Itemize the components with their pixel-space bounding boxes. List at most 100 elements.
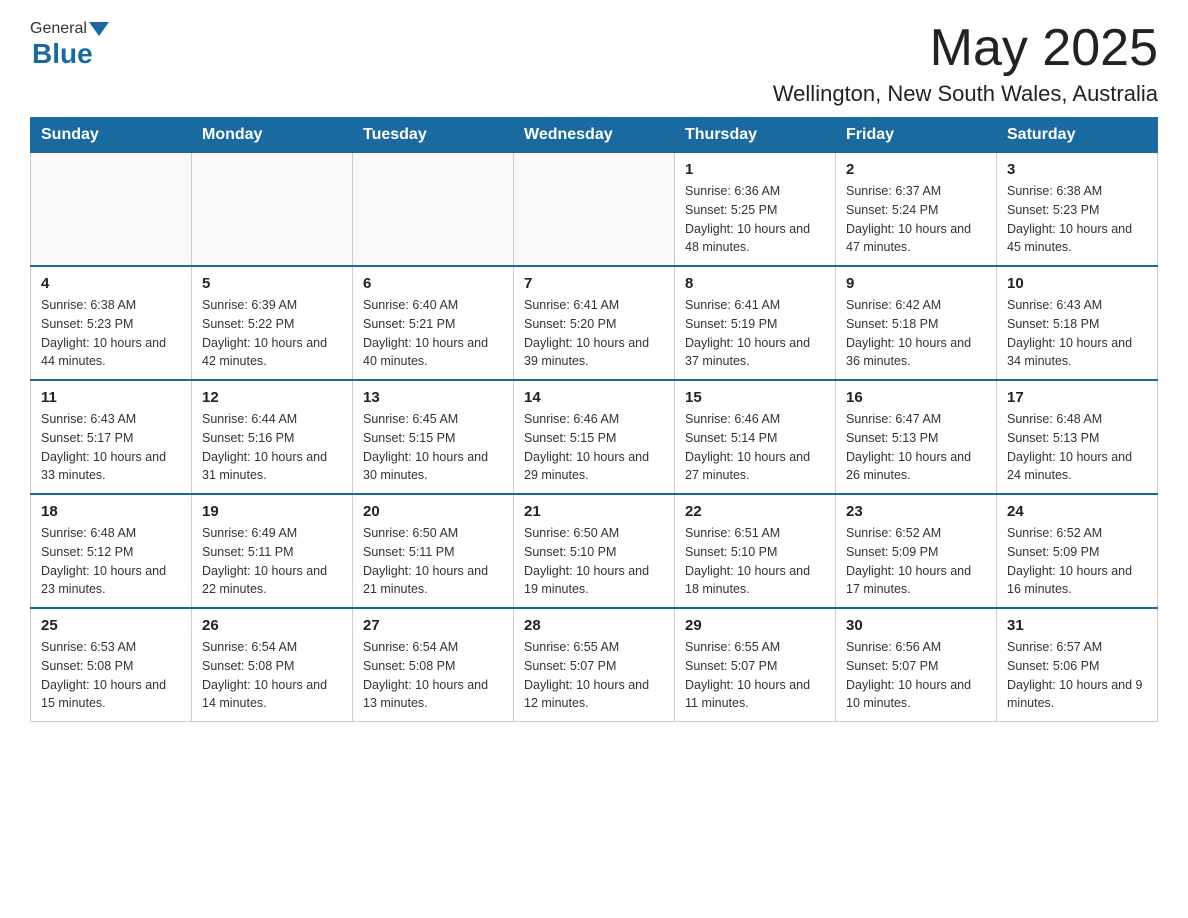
- calendar-header-saturday: Saturday: [997, 118, 1158, 153]
- logo-blue-text: Blue: [32, 38, 93, 69]
- calendar-table: SundayMondayTuesdayWednesdayThursdayFrid…: [30, 117, 1158, 722]
- day-number: 30: [846, 617, 986, 634]
- day-info: Sunrise: 6:45 AMSunset: 5:15 PMDaylight:…: [363, 410, 503, 485]
- calendar-cell: 8 Sunrise: 6:41 AMSunset: 5:19 PMDaylight…: [675, 266, 836, 380]
- calendar-cell: 22Sunrise: 6:51 AMSunset: 5:10 PMDayligh…: [675, 494, 836, 608]
- day-number: 1: [685, 161, 825, 178]
- day-number: 23: [846, 503, 986, 520]
- day-info: Sunrise: 6:42 AMSunset: 5:18 PMDaylight:…: [846, 296, 986, 371]
- calendar-cell: 23 Sunrise: 6:52 AMSunset: 5:09 PMDayligh…: [836, 494, 997, 608]
- day-number: 4: [41, 275, 181, 292]
- day-number: 13: [363, 389, 503, 406]
- calendar-cell: 5 Sunrise: 6:39 AMSunset: 5:22 PMDaylight…: [192, 266, 353, 380]
- day-number: 11: [41, 389, 181, 406]
- calendar-cell: [353, 153, 514, 267]
- day-info: Sunrise: 6:53 AMSunset: 5:08 PMDaylight:…: [41, 638, 181, 713]
- day-number: 14: [524, 389, 664, 406]
- day-info: Sunrise: 6:43 AMSunset: 5:18 PMDaylight:…: [1007, 296, 1147, 371]
- calendar-cell: 1 Sunrise: 6:36 AMSunset: 5:25 PMDaylight…: [675, 153, 836, 267]
- day-number: 6: [363, 275, 503, 292]
- day-number: 25: [41, 617, 181, 634]
- day-info: Sunrise: 6:50 AMSunset: 5:10 PMDaylight:…: [524, 524, 664, 599]
- page-header: General Blue May 2025 Wellington, New So…: [30, 20, 1158, 107]
- day-info: Sunrise: 6:38 AMSunset: 5:23 PMDaylight:…: [41, 296, 181, 371]
- calendar-cell: 6Sunrise: 6:40 AMSunset: 5:21 PMDaylight…: [353, 266, 514, 380]
- day-info: Sunrise: 6:57 AMSunset: 5:06 PMDaylight:…: [1007, 638, 1147, 713]
- calendar-cell: 24 Sunrise: 6:52 AMSunset: 5:09 PMDayligh…: [997, 494, 1158, 608]
- day-info: Sunrise: 6:39 AMSunset: 5:22 PMDaylight:…: [202, 296, 342, 371]
- calendar-cell: 18 Sunrise: 6:48 AMSunset: 5:12 PMDayligh…: [31, 494, 192, 608]
- day-number: 31: [1007, 617, 1147, 634]
- day-info: Sunrise: 6:36 AMSunset: 5:25 PMDaylight:…: [685, 182, 825, 257]
- calendar-cell: 3Sunrise: 6:38 AMSunset: 5:23 PMDaylight…: [997, 153, 1158, 267]
- calendar-cell: 7Sunrise: 6:41 AMSunset: 5:20 PMDaylight…: [514, 266, 675, 380]
- calendar-header-thursday: Thursday: [675, 118, 836, 153]
- day-number: 3: [1007, 161, 1147, 178]
- calendar-week-row: 4 Sunrise: 6:38 AMSunset: 5:23 PMDaylight…: [31, 266, 1158, 380]
- calendar-cell: [31, 153, 192, 267]
- calendar-cell: 12 Sunrise: 6:44 AMSunset: 5:16 PMDayligh…: [192, 380, 353, 494]
- day-number: 9: [846, 275, 986, 292]
- calendar-cell: 11Sunrise: 6:43 AMSunset: 5:17 PMDayligh…: [31, 380, 192, 494]
- title-block: May 2025 Wellington, New South Wales, Au…: [773, 20, 1158, 107]
- day-info: Sunrise: 6:41 AMSunset: 5:19 PMDaylight:…: [685, 296, 825, 371]
- calendar-week-row: 11Sunrise: 6:43 AMSunset: 5:17 PMDayligh…: [31, 380, 1158, 494]
- day-number: 12: [202, 389, 342, 406]
- logo-arrow-icon: [89, 22, 109, 36]
- day-info: Sunrise: 6:48 AMSunset: 5:12 PMDaylight:…: [41, 524, 181, 599]
- day-number: 10: [1007, 275, 1147, 292]
- calendar-cell: 25 Sunrise: 6:53 AMSunset: 5:08 PMDayligh…: [31, 608, 192, 722]
- calendar-cell: 29 Sunrise: 6:55 AMSunset: 5:07 PMDayligh…: [675, 608, 836, 722]
- day-number: 26: [202, 617, 342, 634]
- logo-general-text: General: [30, 20, 87, 38]
- day-info: Sunrise: 6:48 AMSunset: 5:13 PMDaylight:…: [1007, 410, 1147, 485]
- day-info: Sunrise: 6:51 AMSunset: 5:10 PMDaylight:…: [685, 524, 825, 599]
- day-info: Sunrise: 6:46 AMSunset: 5:15 PMDaylight:…: [524, 410, 664, 485]
- calendar-cell: 28Sunrise: 6:55 AMSunset: 5:07 PMDayligh…: [514, 608, 675, 722]
- calendar-cell: 4 Sunrise: 6:38 AMSunset: 5:23 PMDaylight…: [31, 266, 192, 380]
- calendar-cell: 26 Sunrise: 6:54 AMSunset: 5:08 PMDayligh…: [192, 608, 353, 722]
- calendar-cell: 17 Sunrise: 6:48 AMSunset: 5:13 PMDayligh…: [997, 380, 1158, 494]
- day-info: Sunrise: 6:54 AMSunset: 5:08 PMDaylight:…: [202, 638, 342, 713]
- day-info: Sunrise: 6:52 AMSunset: 5:09 PMDaylight:…: [846, 524, 986, 599]
- day-number: 15: [685, 389, 825, 406]
- day-info: Sunrise: 6:54 AMSunset: 5:08 PMDaylight:…: [363, 638, 503, 713]
- day-number: 28: [524, 617, 664, 634]
- logo: General Blue: [30, 20, 111, 70]
- calendar-cell: 19 Sunrise: 6:49 AMSunset: 5:11 PMDayligh…: [192, 494, 353, 608]
- day-number: 20: [363, 503, 503, 520]
- day-info: Sunrise: 6:55 AMSunset: 5:07 PMDaylight:…: [685, 638, 825, 713]
- day-info: Sunrise: 6:52 AMSunset: 5:09 PMDaylight:…: [1007, 524, 1147, 599]
- calendar-cell: 14 Sunrise: 6:46 AMSunset: 5:15 PMDayligh…: [514, 380, 675, 494]
- calendar-cell: 2 Sunrise: 6:37 AMSunset: 5:24 PMDaylight…: [836, 153, 997, 267]
- day-number: 24: [1007, 503, 1147, 520]
- day-info: Sunrise: 6:44 AMSunset: 5:16 PMDaylight:…: [202, 410, 342, 485]
- day-info: Sunrise: 6:50 AMSunset: 5:11 PMDaylight:…: [363, 524, 503, 599]
- day-number: 2: [846, 161, 986, 178]
- day-number: 8: [685, 275, 825, 292]
- calendar-cell: 20 Sunrise: 6:50 AMSunset: 5:11 PMDayligh…: [353, 494, 514, 608]
- day-number: 19: [202, 503, 342, 520]
- main-title: May 2025: [773, 20, 1158, 77]
- calendar-cell: 10 Sunrise: 6:43 AMSunset: 5:18 PMDayligh…: [997, 266, 1158, 380]
- calendar-cell: 27Sunrise: 6:54 AMSunset: 5:08 PMDayligh…: [353, 608, 514, 722]
- calendar-header-wednesday: Wednesday: [514, 118, 675, 153]
- day-info: Sunrise: 6:37 AMSunset: 5:24 PMDaylight:…: [846, 182, 986, 257]
- calendar-cell: 31 Sunrise: 6:57 AMSunset: 5:06 PMDayligh…: [997, 608, 1158, 722]
- calendar-cell: 30Sunrise: 6:56 AMSunset: 5:07 PMDayligh…: [836, 608, 997, 722]
- day-number: 18: [41, 503, 181, 520]
- calendar-header-sunday: Sunday: [31, 118, 192, 153]
- calendar-cell: 21 Sunrise: 6:50 AMSunset: 5:10 PMDayligh…: [514, 494, 675, 608]
- day-number: 29: [685, 617, 825, 634]
- day-number: 5: [202, 275, 342, 292]
- subtitle: Wellington, New South Wales, Australia: [773, 81, 1158, 107]
- calendar-cell: [514, 153, 675, 267]
- day-number: 17: [1007, 389, 1147, 406]
- calendar-cell: [192, 153, 353, 267]
- day-number: 7: [524, 275, 664, 292]
- day-number: 21: [524, 503, 664, 520]
- calendar-header-row: SundayMondayTuesdayWednesdayThursdayFrid…: [31, 118, 1158, 153]
- calendar-cell: 15Sunrise: 6:46 AMSunset: 5:14 PMDayligh…: [675, 380, 836, 494]
- day-info: Sunrise: 6:49 AMSunset: 5:11 PMDaylight:…: [202, 524, 342, 599]
- calendar-week-row: 25 Sunrise: 6:53 AMSunset: 5:08 PMDayligh…: [31, 608, 1158, 722]
